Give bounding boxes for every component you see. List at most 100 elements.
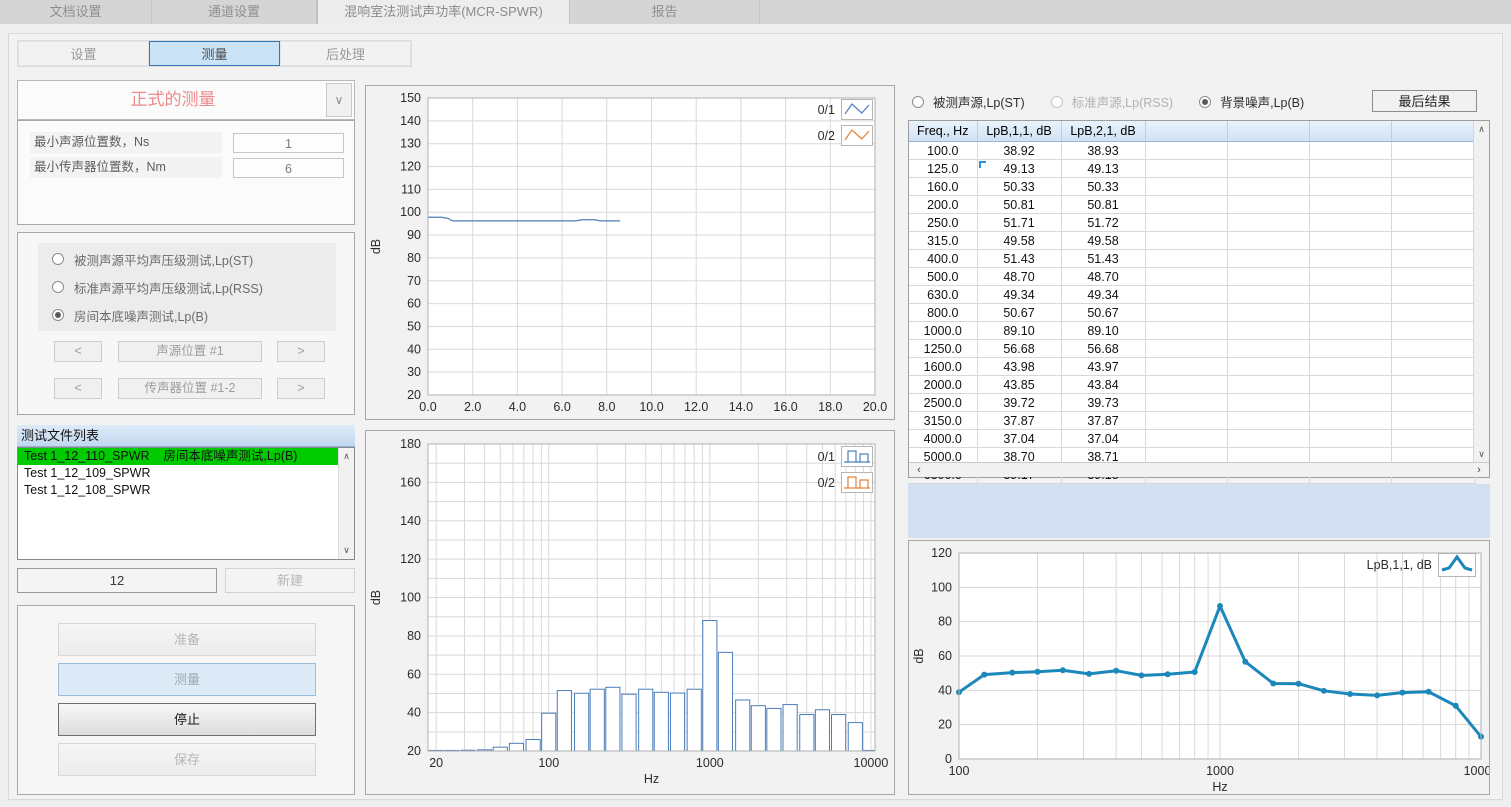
test-type-radio-1[interactable]: 标准声源平均声压级测试,Lp(RSS) xyxy=(52,273,336,301)
table-cell[interactable] xyxy=(1227,214,1309,232)
table-cell[interactable]: 49.58 xyxy=(977,232,1061,250)
table-cell[interactable]: 43.97 xyxy=(1061,358,1145,376)
table-cell[interactable] xyxy=(1227,232,1309,250)
table-header-cell[interactable]: LpB,1,1, dB xyxy=(977,121,1061,142)
table-cell[interactable]: 51.72 xyxy=(1061,214,1145,232)
table-cell[interactable] xyxy=(1391,304,1475,322)
table-cell[interactable]: 51.71 xyxy=(977,214,1061,232)
table-cell[interactable]: 89.10 xyxy=(1061,322,1145,340)
table-cell[interactable]: 49.34 xyxy=(977,286,1061,304)
table-cell[interactable] xyxy=(1145,232,1227,250)
table-cell[interactable]: 50.81 xyxy=(1061,196,1145,214)
table-cell[interactable]: 50.33 xyxy=(1061,178,1145,196)
table-header-cell[interactable] xyxy=(1227,121,1309,142)
table-cell[interactable] xyxy=(1227,322,1309,340)
table-cell[interactable] xyxy=(1391,214,1475,232)
main-tab-2[interactable]: 混响室法测试声功率(MCR-SPWR) xyxy=(317,0,570,24)
table-cell[interactable]: 39.73 xyxy=(1061,394,1145,412)
table-cell[interactable] xyxy=(1309,250,1391,268)
table-cell[interactable] xyxy=(1391,178,1475,196)
final-result-button[interactable]: 最后结果 xyxy=(1372,90,1477,112)
table-cell[interactable] xyxy=(1309,160,1391,178)
table-vscrollbar[interactable]: ∧∨ xyxy=(1473,121,1489,463)
table-cell[interactable]: 200.0 xyxy=(909,196,977,214)
table-cell[interactable] xyxy=(1227,358,1309,376)
table-cell[interactable] xyxy=(1145,214,1227,232)
action-button-save[interactable]: 保存 xyxy=(58,743,316,776)
table-cell[interactable] xyxy=(1391,268,1475,286)
table-cell[interactable]: 50.33 xyxy=(977,178,1061,196)
table-cell[interactable] xyxy=(1309,340,1391,358)
scroll-right-icon[interactable]: › xyxy=(1471,463,1487,477)
table-cell[interactable]: 49.13 xyxy=(1061,160,1145,178)
table-cell[interactable]: 38.92 xyxy=(977,142,1061,160)
table-cell[interactable]: 43.98 xyxy=(977,358,1061,376)
test-type-radio-2[interactable]: 房间本底噪声测试,Lp(B) xyxy=(52,301,336,329)
table-cell[interactable] xyxy=(1391,196,1475,214)
table-cell[interactable] xyxy=(1391,322,1475,340)
table-cell[interactable]: 1250.0 xyxy=(909,340,977,358)
list-item[interactable]: Test 1_12_110_SPWR 房间本底噪声测试,Lp(B) xyxy=(18,448,344,465)
table-cell[interactable] xyxy=(1145,340,1227,358)
table-cell[interactable]: 630.0 xyxy=(909,286,977,304)
table-cell[interactable]: 49.58 xyxy=(1061,232,1145,250)
action-button-measure[interactable]: 测量 xyxy=(58,663,316,696)
table-cell[interactable]: 800.0 xyxy=(909,304,977,322)
scroll-up-icon[interactable]: ∧ xyxy=(339,449,354,464)
position-label-button[interactable]: 声源位置 #1 xyxy=(118,341,262,362)
table-cell[interactable]: 56.68 xyxy=(977,340,1061,358)
list-item[interactable]: Test 1_12_108_SPWR xyxy=(18,482,344,499)
position-label-button[interactable]: 传声器位置 #1-2 xyxy=(118,378,262,399)
table-cell[interactable] xyxy=(1145,376,1227,394)
position-next-button[interactable]: > xyxy=(277,341,325,362)
table-hscrollbar[interactable]: ‹› xyxy=(909,462,1489,477)
table-cell[interactable]: 48.70 xyxy=(977,268,1061,286)
table-cell[interactable]: 51.43 xyxy=(977,250,1061,268)
param-value-input[interactable]: 1 xyxy=(233,133,344,153)
action-button-prepare[interactable]: 准备 xyxy=(58,623,316,656)
scroll-left-icon[interactable]: ‹ xyxy=(911,463,927,477)
sub-tab-0[interactable]: 设置 xyxy=(18,41,149,66)
table-cell[interactable] xyxy=(1227,430,1309,448)
table-cell[interactable] xyxy=(1145,268,1227,286)
table-cell[interactable]: 39.72 xyxy=(977,394,1061,412)
table-cell[interactable] xyxy=(1145,142,1227,160)
table-cell[interactable]: 49.34 xyxy=(1061,286,1145,304)
scroll-down-icon[interactable]: ∨ xyxy=(339,543,354,558)
table-header-cell[interactable]: LpB,2,1, dB xyxy=(1061,121,1145,142)
table-cell[interactable] xyxy=(1309,142,1391,160)
table-cell[interactable] xyxy=(1227,376,1309,394)
table-cell[interactable] xyxy=(1309,322,1391,340)
table-cell[interactable] xyxy=(1309,304,1391,322)
table-cell[interactable] xyxy=(1145,412,1227,430)
table-cell[interactable]: 3150.0 xyxy=(909,412,977,430)
main-tab-0[interactable]: 文档设置 xyxy=(0,0,152,24)
table-cell[interactable]: 160.0 xyxy=(909,178,977,196)
table-cell[interactable] xyxy=(1391,232,1475,250)
main-tab-1[interactable]: 通道设置 xyxy=(152,0,317,24)
table-cell[interactable] xyxy=(1309,358,1391,376)
table-cell[interactable]: 37.87 xyxy=(1061,412,1145,430)
result-type-radio-0[interactable]: 被测声源,Lp(ST) xyxy=(912,92,1025,111)
table-cell[interactable] xyxy=(1227,412,1309,430)
list-item[interactable]: Test 1_12_109_SPWR xyxy=(18,465,344,482)
table-cell[interactable]: 1600.0 xyxy=(909,358,977,376)
table-cell[interactable]: 43.85 xyxy=(977,376,1061,394)
table-cell[interactable]: 2500.0 xyxy=(909,394,977,412)
table-cell[interactable]: 56.68 xyxy=(1061,340,1145,358)
table-cell[interactable] xyxy=(1309,232,1391,250)
table-cell[interactable] xyxy=(1309,214,1391,232)
table-cell[interactable] xyxy=(1309,394,1391,412)
table-cell[interactable] xyxy=(1391,142,1475,160)
table-cell[interactable] xyxy=(1309,196,1391,214)
table-cell[interactable]: 49.13 xyxy=(977,160,1061,178)
table-cell[interactable]: 1000.0 xyxy=(909,322,977,340)
table-cell[interactable]: 400.0 xyxy=(909,250,977,268)
count-button[interactable]: 12 xyxy=(17,568,217,593)
table-cell[interactable] xyxy=(1145,286,1227,304)
table-cell[interactable] xyxy=(1309,412,1391,430)
list-scrollbar[interactable]: ∧∨ xyxy=(338,448,354,559)
table-cell[interactable]: 500.0 xyxy=(909,268,977,286)
table-cell[interactable]: 89.10 xyxy=(977,322,1061,340)
table-cell[interactable]: 100.0 xyxy=(909,142,977,160)
